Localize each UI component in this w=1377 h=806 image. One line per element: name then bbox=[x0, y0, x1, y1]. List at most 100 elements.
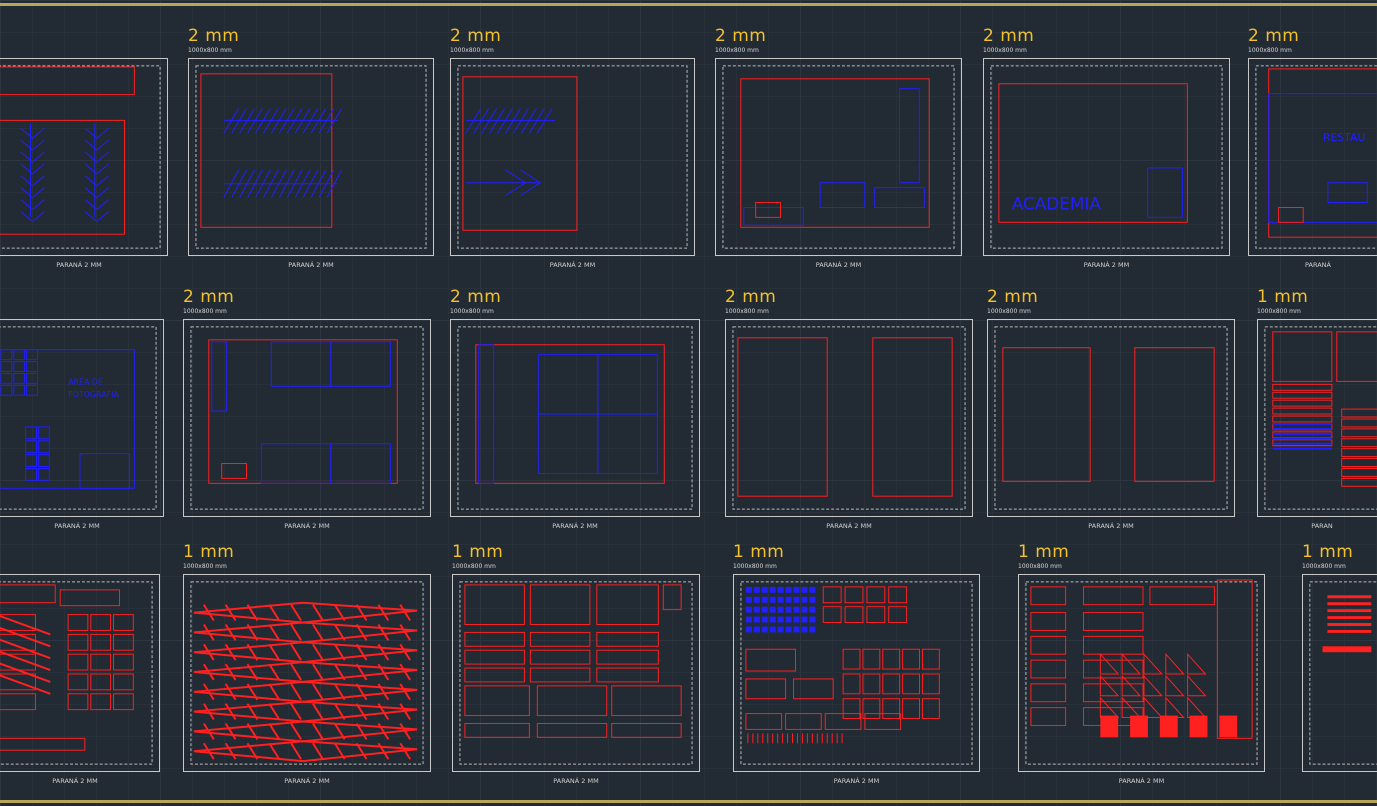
sheet-drawing: RESTAU bbox=[1255, 65, 1377, 249]
sheet-caption: PARANÁ 2 MM bbox=[826, 522, 872, 530]
sheet-caption: PARANÁ 2 MM bbox=[1088, 522, 1134, 530]
drawing-sheet[interactable]: 2 mm 1000x800 mm ACADEMIA PARANÁ 2 MM bbox=[983, 28, 1230, 276]
sheet-scale-label: 2 mm bbox=[983, 26, 1035, 46]
sheet-drawing bbox=[0, 581, 153, 765]
sheet-frame[interactable] bbox=[188, 58, 434, 256]
sheet-scale-label: 2 mm bbox=[725, 287, 777, 307]
sheet-caption: PARANÁ 2 MM bbox=[288, 261, 334, 269]
drawing-sheet[interactable]: 1 mm 1000x800 mm PARANÁ 2 MM bbox=[1018, 544, 1265, 792]
sheet-dimensions-label: 1000x800 mm bbox=[715, 47, 759, 54]
sheet-dimensions-label: 1000x800 mm bbox=[1302, 563, 1346, 570]
sheet-caption: PARAN bbox=[1311, 522, 1333, 530]
sheet-dimensions-label: 1000x800 mm bbox=[450, 47, 494, 54]
sheet-frame[interactable] bbox=[1302, 574, 1377, 772]
sheet-scale-label: 1 mm bbox=[1257, 287, 1309, 307]
sheet-caption: PARANÁ 2 MM bbox=[52, 777, 98, 785]
cad-model-space[interactable]: PARANÁ 2 MM 2 mm 1000x800 mm PARANÁ 2 MM 2 m… bbox=[0, 0, 1377, 806]
sheet-frame[interactable] bbox=[0, 574, 160, 772]
svg-text:FOTOGRAFIA: FOTOGRAFIA bbox=[68, 390, 119, 399]
sheet-caption: PARANÁ 2 MM bbox=[553, 777, 599, 785]
sheet-caption: PARANÁ 2 MM bbox=[1118, 777, 1165, 785]
sheet-dimensions-label: 1000x800 mm bbox=[983, 47, 1027, 54]
sheet-scale-label: 2 mm bbox=[183, 287, 235, 307]
sheet-scale-label: 2 mm bbox=[450, 26, 502, 46]
sheet-caption: PARANÁ 2 MM bbox=[815, 261, 862, 269]
sheet-dimensions-label: 1000x800 mm bbox=[1248, 47, 1292, 54]
sheet-scale-label: 1 mm bbox=[183, 542, 235, 562]
svg-text:RESTAU: RESTAU bbox=[1323, 131, 1365, 144]
drawing-sheet[interactable]: 2 mm 1000x800 mm PARANÁ 2 MM bbox=[450, 28, 695, 276]
sheet-drawing bbox=[1264, 326, 1377, 510]
drawing-sheet[interactable]: 2 mm 1000x800 mm PARANÁ 2 MM bbox=[450, 289, 700, 537]
sheet-caption: PARANÁ 2 MM bbox=[549, 261, 596, 269]
sheet-dimensions-label: 1000x800 mm bbox=[183, 308, 227, 315]
sheet-caption: PARANÁ 2 MM bbox=[56, 261, 102, 269]
sheet-drawing bbox=[722, 65, 955, 249]
sheet-drawing bbox=[1025, 579, 1258, 765]
sheet-drawing bbox=[195, 65, 427, 249]
sheet-frame[interactable] bbox=[450, 319, 700, 517]
sheet-frame[interactable] bbox=[450, 58, 695, 256]
viewport-top-border bbox=[0, 3, 1377, 6]
sheet-drawing bbox=[740, 581, 973, 765]
sheet-frame[interactable] bbox=[452, 574, 700, 772]
sheet-scale-label: 1 mm bbox=[733, 542, 785, 562]
drawing-sheet[interactable]: PARANÁ 2 MM bbox=[0, 28, 168, 276]
sheet-caption: PARANÁ 2 MM bbox=[284, 777, 330, 785]
drawing-sheet[interactable]: 2 mm 1000x800 mm PARANÁ 2 MM bbox=[188, 28, 434, 276]
sheet-frame[interactable] bbox=[1018, 574, 1265, 772]
sheet-frame[interactable]: ÁREA DE FOTOGRAFIA bbox=[0, 319, 164, 517]
drawing-sheet[interactable]: 1 mm 1000x800 mm PARAN bbox=[1257, 289, 1377, 537]
svg-text:ÁREA DE: ÁREA DE bbox=[68, 375, 103, 386]
drawing-sheet[interactable]: 1 mm 1000x800 mm PARANÁ 2 MM bbox=[183, 544, 431, 792]
sheet-dimensions-label: 1000x800 mm bbox=[452, 563, 496, 570]
drawing-sheet[interactable]: 2 mm 1000x800 mm PARANÁ 2 MM bbox=[725, 289, 973, 537]
sheet-caption: PARANÁ 2 MM bbox=[284, 522, 330, 530]
sheet-scale-label: 2 mm bbox=[715, 26, 767, 46]
drawing-sheet[interactable]: 2 mm 1000x800 mm PARANÁ 2 MM bbox=[183, 289, 431, 537]
drawing-sheet[interactable]: 2 mm 1000x800 mm PARANÁ 2 MM bbox=[987, 289, 1235, 537]
sheet-caption: PARANÁ 2 MM bbox=[54, 522, 100, 530]
sheet-dimensions-label: 1000x800 mm bbox=[733, 563, 777, 570]
sheet-scale-label: 1 mm bbox=[1302, 542, 1354, 562]
sheet-frame[interactable] bbox=[715, 58, 962, 256]
sheet-dimensions-label: 1000x800 mm bbox=[450, 308, 494, 315]
sheet-drawing bbox=[732, 326, 966, 510]
sheet-dimensions-label: 1000x800 mm bbox=[1257, 308, 1301, 315]
sheet-drawing: ACADEMIA bbox=[990, 65, 1223, 249]
sheet-dimensions-label: 1000x800 mm bbox=[183, 563, 227, 570]
sheet-drawing bbox=[994, 326, 1228, 510]
sheet-dimensions-label: 1000x800 mm bbox=[188, 47, 232, 54]
sheet-caption: PARANÁ 2 MM bbox=[1083, 261, 1130, 269]
sheet-dimensions-label: 1000x800 mm bbox=[987, 308, 1031, 315]
drawing-sheet[interactable]: 2 mm 1000x800 mm RESTAU PARANÁ bbox=[1248, 28, 1377, 276]
sheet-drawing bbox=[459, 581, 693, 765]
sheet-frame[interactable] bbox=[1257, 319, 1377, 517]
sheet-drawing bbox=[190, 326, 424, 510]
sheet-frame[interactable]: RESTAU bbox=[1248, 58, 1377, 256]
drawing-sheet[interactable]: 1 mm 1000x800 mm bbox=[1302, 544, 1377, 792]
drawing-sheet[interactable]: ÁREA DE FOTOGRAFIA PARANÁ 2 MM bbox=[0, 289, 164, 537]
sheet-scale-label: 1 mm bbox=[452, 542, 504, 562]
sheet-drawing bbox=[457, 65, 688, 249]
sheet-drawing bbox=[190, 581, 424, 765]
drawing-sheet[interactable]: 1 mm 1000x800 mm PARANÁ 2 MM bbox=[452, 544, 700, 792]
sheet-frame[interactable] bbox=[183, 319, 431, 517]
sheet-frame[interactable] bbox=[987, 319, 1235, 517]
drawing-sheet[interactable]: PARANÁ 2 MM bbox=[0, 544, 160, 792]
sheet-frame[interactable] bbox=[0, 58, 168, 256]
sheet-drawing bbox=[0, 65, 161, 249]
sheet-drawing bbox=[457, 326, 693, 510]
drawing-sheet[interactable]: 2 mm 1000x800 mm PARANÁ 2 MM bbox=[715, 28, 962, 276]
sheet-frame[interactable] bbox=[733, 574, 980, 772]
sheet-frame[interactable]: ACADEMIA bbox=[983, 58, 1230, 256]
sheet-scale-label: 2 mm bbox=[450, 287, 502, 307]
sheet-drawing bbox=[1309, 581, 1377, 765]
sheet-frame[interactable] bbox=[725, 319, 973, 517]
sheet-scale-label: 2 mm bbox=[1248, 26, 1300, 46]
sheet-caption: PARANÁ 2 MM bbox=[833, 777, 880, 785]
svg-text:ACADEMIA: ACADEMIA bbox=[1012, 193, 1102, 213]
sheet-scale-label: 1 mm bbox=[1018, 542, 1070, 562]
drawing-sheet[interactable]: 1 mm 1000x800 mm PARANÁ 2 MM bbox=[733, 544, 980, 792]
sheet-frame[interactable] bbox=[183, 574, 431, 772]
